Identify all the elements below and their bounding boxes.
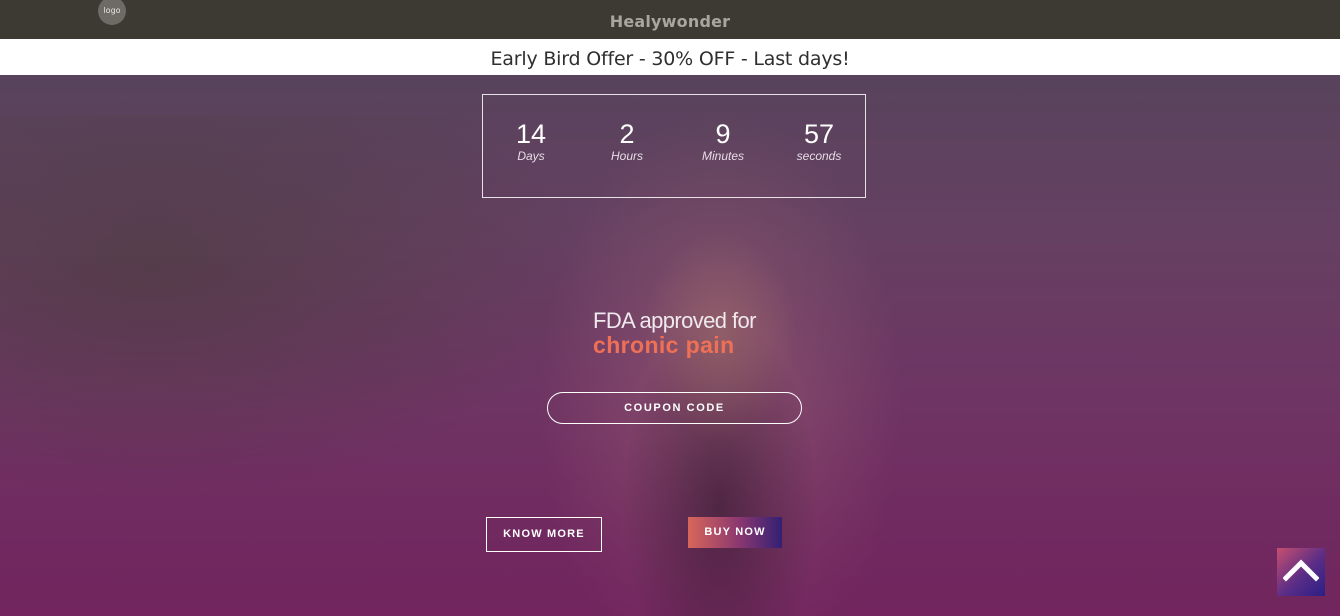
countdown-days: 14 Days	[491, 119, 571, 163]
top-bar: logo Healywonder	[0, 0, 1340, 39]
know-more-button[interactable]: KNOW MORE	[486, 517, 602, 552]
scroll-to-top-button[interactable]	[1277, 548, 1325, 596]
hero-headline: FDA approved for chronic pain	[593, 308, 913, 358]
countdown-timer: 14 Days 2 Hours 9 Minutes 57 seconds	[482, 94, 866, 198]
offer-banner: Early Bird Offer - 30% OFF - Last days!	[0, 39, 1340, 75]
countdown-value: 2	[619, 119, 635, 149]
countdown-minutes: 9 Minutes	[683, 119, 763, 163]
countdown-value: 14	[515, 119, 547, 149]
chevron-up-icon	[1283, 559, 1319, 582]
countdown-label: Hours	[610, 149, 643, 163]
countdown-seconds: 57 seconds	[779, 119, 859, 163]
offer-text: Early Bird Offer - 30% OFF - Last days!	[490, 48, 850, 70]
countdown-label: Days	[517, 149, 545, 163]
countdown-label: Minutes	[701, 149, 745, 163]
countdown-value: 57	[803, 119, 835, 149]
countdown-hours: 2 Hours	[587, 119, 667, 163]
headline-line2: chronic pain	[593, 332, 735, 358]
countdown-label: seconds	[796, 149, 842, 163]
brand-name: Healywonder	[609, 12, 731, 31]
headline-line1: FDA approved for	[593, 308, 756, 333]
buy-now-button[interactable]: BUY NOW	[688, 517, 782, 548]
countdown-value: 9	[715, 119, 731, 149]
coupon-code-button[interactable]: COUPON CODE	[547, 392, 802, 424]
